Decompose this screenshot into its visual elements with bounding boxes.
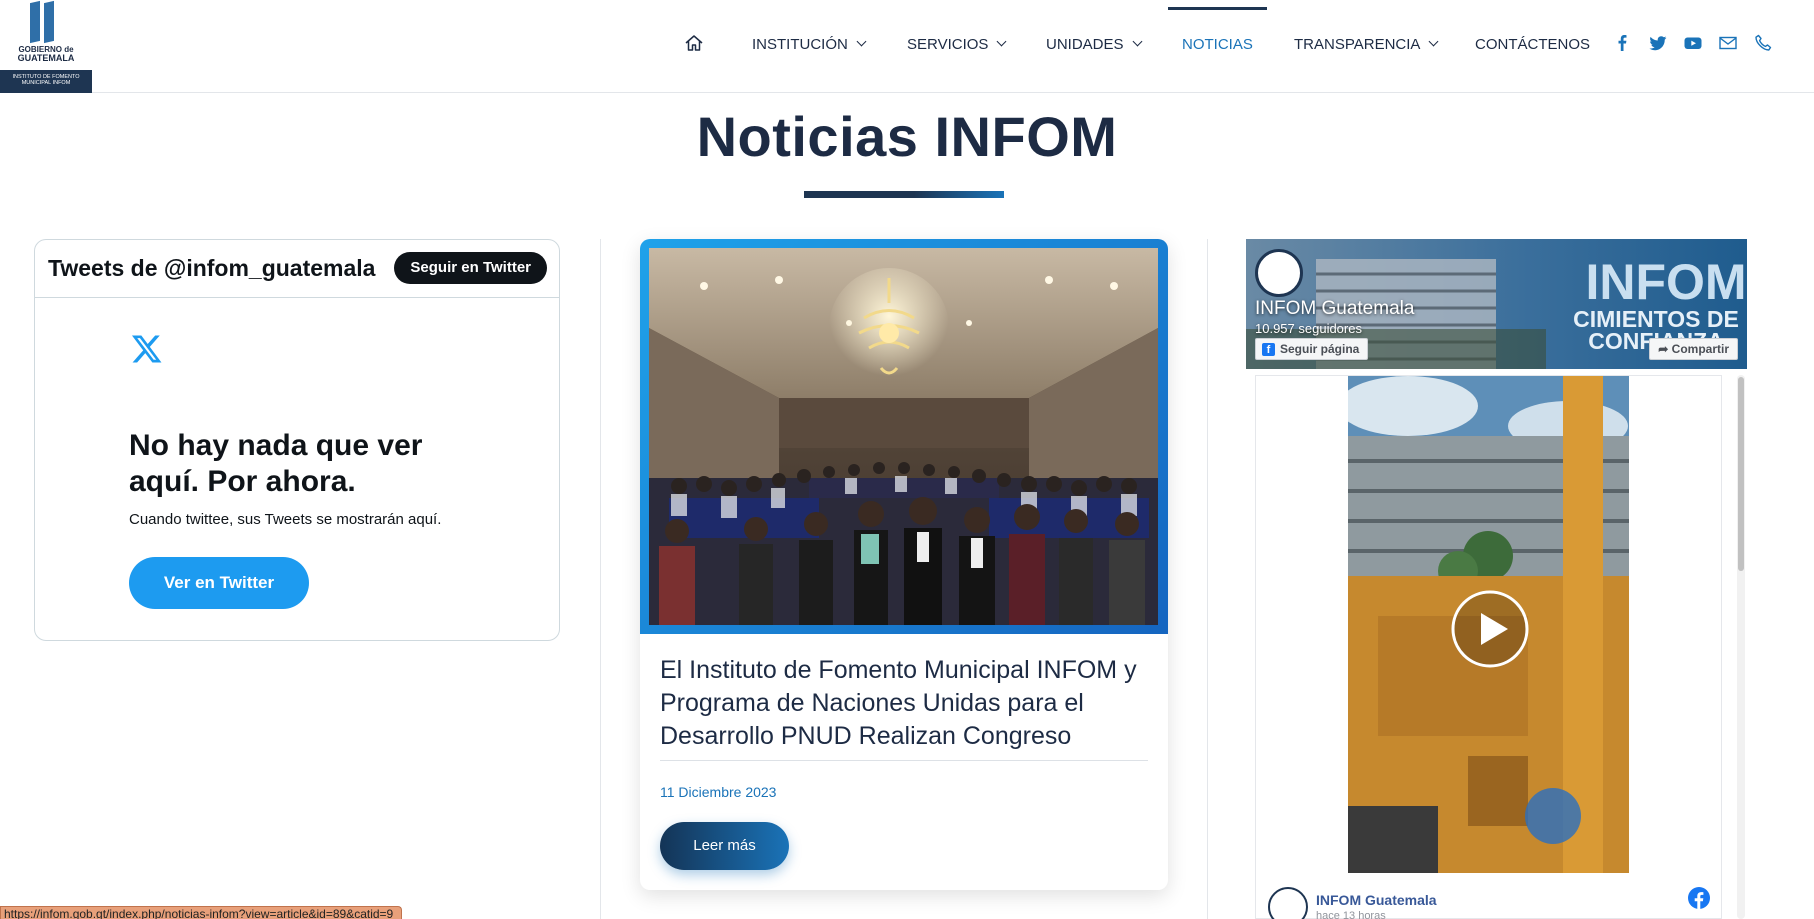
chevron-down-icon <box>1132 36 1142 47</box>
facebook-feed: INFOM Guatemala hace 13 horas <box>1255 375 1722 919</box>
facebook-page-widget: INFOM CIMIENTOS DE CONFIANZA INFOM Guate… <box>1246 239 1747 919</box>
nav-transparencia[interactable]: TRANSPARENCIA <box>1294 0 1439 88</box>
news-photo <box>649 248 1158 625</box>
logo-line2: GUATEMALA <box>17 53 75 63</box>
play-icon[interactable] <box>1450 589 1530 669</box>
twitter-timeline-widget: Tweets de @infom_guatemala Seguir en Twi… <box>34 239 560 641</box>
status-bar-url: https://infom.gob.gt/index.php/noticias-… <box>0 906 403 919</box>
nav-label: INSTITUCIÓN <box>752 35 848 53</box>
chevron-down-icon <box>1428 36 1439 47</box>
twitter-empty-subtitle: Cuando twittee, sus Tweets se mostrarán … <box>129 511 442 528</box>
follow-on-twitter-button[interactable]: Seguir en Twitter <box>394 252 547 284</box>
feed-scrollbar[interactable] <box>1737 375 1745 919</box>
facebook-page-name[interactable]: INFOM Guatemala <box>1255 298 1414 320</box>
facebook-page-avatar[interactable] <box>1255 249 1303 297</box>
infom-logo[interactable]: GOBIERNO de GUATEMALA INSTITUTO DE FOMEN… <box>0 0 92 93</box>
column-divider <box>600 239 601 919</box>
post-author-name[interactable]: INFOM Guatemala <box>1316 892 1437 908</box>
facebook-icon[interactable] <box>1612 33 1632 53</box>
title-underline <box>804 191 1004 198</box>
news-card: El Instituto de Fomento Municipal INFOM … <box>640 239 1168 890</box>
share-button[interactable]: ➦ Compartir <box>1649 338 1738 360</box>
share-label: Compartir <box>1671 342 1729 356</box>
post-author-avatar[interactable] <box>1268 887 1308 919</box>
post-timestamp[interactable]: hace 13 horas <box>1316 910 1386 919</box>
youtube-icon[interactable] <box>1683 33 1703 53</box>
phone-icon[interactable] <box>1753 33 1773 53</box>
twitter-widget-header: Tweets de @infom_guatemala Seguir en Twi… <box>35 240 559 298</box>
nav-label: SERVICIOS <box>907 35 989 53</box>
view-on-twitter-button[interactable]: Ver en Twitter <box>129 557 309 609</box>
twitter-icon[interactable] <box>1648 33 1668 53</box>
news-title[interactable]: El Instituto de Fomento Municipal INFOM … <box>660 654 1150 753</box>
news-divider <box>660 760 1148 761</box>
nav-noticias[interactable]: NOTICIAS <box>1168 0 1267 88</box>
nav-institucion[interactable]: INSTITUCIÓN <box>752 0 867 88</box>
nav-label: TRANSPARENCIA <box>1294 35 1421 53</box>
home-icon[interactable] <box>684 33 704 53</box>
nav-servicios[interactable]: SERVICIOS <box>907 0 1007 88</box>
column-divider <box>1207 239 1208 919</box>
twitter-empty-title: No hay nada que ver aquí. Por ahora. <box>129 429 423 498</box>
facebook-followers: 10.957 seguidores <box>1255 321 1362 336</box>
facebook-small-icon: f <box>1262 342 1275 356</box>
follow-page-button[interactable]: f Seguir página <box>1255 338 1369 360</box>
follow-page-label: Seguir página <box>1280 342 1360 356</box>
facebook-cover[interactable]: INFOM CIMIENTOS DE CONFIANZA INFOM Guate… <box>1246 239 1747 369</box>
nav-contactenos[interactable]: CONTÁCTENOS <box>1475 0 1590 88</box>
news-date: 11 Diciembre 2023 <box>660 784 777 800</box>
nav-label: UNIDADES <box>1046 35 1124 53</box>
chevron-down-icon <box>996 36 1007 47</box>
scrollbar-thumb[interactable] <box>1738 377 1744 571</box>
cover-text-infom: INFOM <box>1585 254 1746 310</box>
logo-mark-icon <box>30 0 56 44</box>
logo-subtitle: INSTITUTO DE FOMENTO MUNICIPAL INFOM <box>0 70 92 93</box>
x-logo-icon <box>131 335 162 363</box>
twitter-widget-title[interactable]: Tweets de @infom_guatemala <box>48 255 375 282</box>
page-title: Noticias INFOM <box>696 105 1118 168</box>
facebook-icon[interactable] <box>1687 886 1711 910</box>
site-header: GOBIERNO de GUATEMALA INSTITUTO DE FOMEN… <box>0 0 1814 93</box>
chevron-down-icon <box>856 36 867 47</box>
nav-label: NOTICIAS <box>1182 35 1253 53</box>
nav-label: CONTÁCTENOS <box>1475 35 1591 53</box>
news-image-frame[interactable] <box>640 239 1168 634</box>
share-icon: ➦ <box>1658 342 1672 356</box>
nav-unidades[interactable]: UNIDADES <box>1046 0 1142 88</box>
read-more-button[interactable]: Leer más <box>660 822 789 870</box>
mail-icon[interactable] <box>1718 33 1738 53</box>
